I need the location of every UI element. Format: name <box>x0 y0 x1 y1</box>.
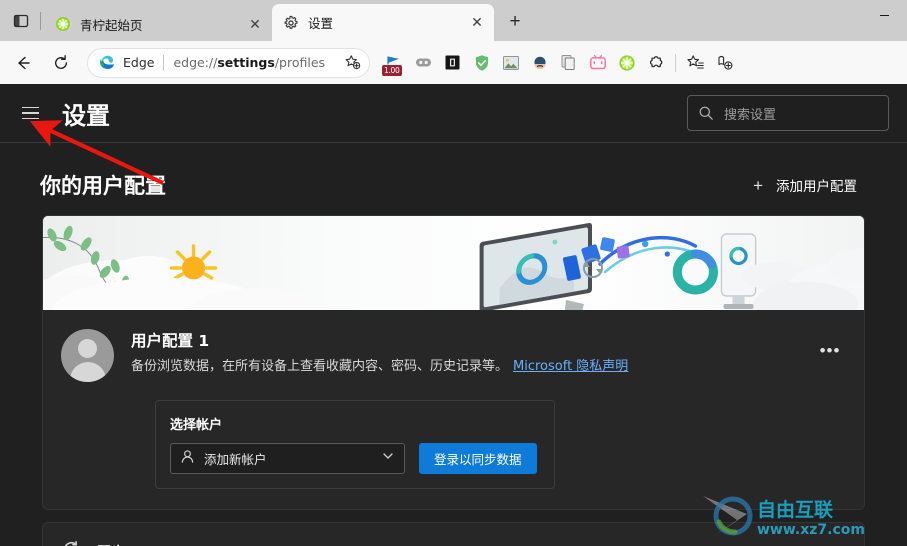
extension-proxy-agent[interactable] <box>525 48 554 77</box>
gear-icon <box>282 14 299 31</box>
add-profile-label: 添加用户配置 <box>776 179 857 195</box>
account-select[interactable]: 添加新帐户 <box>170 443 405 474</box>
extension-split-screen[interactable] <box>409 48 438 77</box>
page-title: 设置 <box>62 101 110 130</box>
avatar-body <box>69 362 106 382</box>
browser-toolbar: Edge edge://settings/profiles 1.00 <box>0 41 907 84</box>
settings-header: 设置 搜索设置 <box>0 84 907 143</box>
sync-card-title: 同步 <box>97 542 125 546</box>
browser-essentials-icon <box>717 55 732 70</box>
split-screen-icon <box>416 58 431 67</box>
download-badge: 1.00 <box>382 65 402 76</box>
refresh-button[interactable] <box>45 47 77 79</box>
proxy-agent-icon <box>533 56 546 70</box>
extension-copy-pages[interactable] <box>554 48 583 77</box>
extension-puzzle[interactable] <box>641 48 670 77</box>
minimize-icon <box>880 14 889 16</box>
url-prefix: edge:// <box>173 55 218 70</box>
extensions-area: 1.00 <box>380 48 739 77</box>
account-selection-box: 选择帐户 添加新帐户 登录以同步数据 <box>155 400 555 489</box>
new-tab-button[interactable]: + <box>500 7 530 37</box>
extension-download-manager[interactable]: 1.00 <box>380 48 409 77</box>
profile-more-button[interactable]: ••• <box>814 335 846 367</box>
hamburger-bar-3 <box>21 117 39 120</box>
lastpass-icon <box>445 55 460 70</box>
add-profile-button[interactable]: + 添加用户配置 <box>745 169 865 201</box>
account-select-value: 添加新帐户 <box>204 452 267 467</box>
avatar-head <box>78 339 97 358</box>
extension-adguard[interactable] <box>467 48 496 77</box>
add-favorite-icon <box>345 55 360 70</box>
settings-content: 你的用户配置 + 添加用户配置 用户配置 1 备份浏览数据，在所有设备上查看收藏… <box>0 143 907 546</box>
bilibili-icon <box>589 54 606 70</box>
signin-sync-button[interactable]: 登录以同步数据 <box>419 443 537 474</box>
tab-actions-icon <box>13 14 29 28</box>
profile-text: 用户配置 1 备份浏览数据，在所有设备上查看收藏内容、密码、历史记录等。 Micr… <box>131 327 814 377</box>
person-icon <box>180 449 195 469</box>
tab-close-button-0[interactable]: ✕ <box>244 13 266 35</box>
window-controls <box>862 0 907 41</box>
browser-tab-1[interactable]: 设置 ✕ <box>272 4 494 41</box>
banner-artwork <box>43 216 864 310</box>
tab-title-0: 青柠起始页 <box>80 17 143 33</box>
search-icon <box>699 106 713 120</box>
extension-image-tool[interactable] <box>496 48 525 77</box>
chevron-down-icon <box>381 449 395 468</box>
collections-button[interactable] <box>681 48 710 77</box>
profile-card: 用户配置 1 备份浏览数据，在所有设备上查看收藏内容、密码、历史记录等。 Micr… <box>42 215 865 510</box>
account-controls: 添加新帐户 登录以同步数据 <box>170 443 540 474</box>
section-heading: 你的用户配置 <box>40 174 166 198</box>
privacy-statement-link[interactable]: Microsoft 隐私声明 <box>513 359 628 374</box>
profile-name: 用户配置 1 <box>131 332 210 350</box>
search-placeholder: 搜索设置 <box>724 107 777 123</box>
hamburger-menu-icon[interactable] <box>10 93 50 133</box>
omnibox-divider <box>163 54 165 71</box>
sync-icon <box>61 539 83 546</box>
default-avatar-icon <box>61 329 114 382</box>
profile-row: 用户配置 1 备份浏览数据，在所有设备上查看收藏内容、密码、历史记录等。 Micr… <box>43 310 864 388</box>
adguard-shield-icon <box>475 54 488 71</box>
tab-actions-button[interactable] <box>4 4 38 38</box>
tab-title-1: 设置 <box>308 16 334 31</box>
extension-lastpass[interactable] <box>438 48 467 77</box>
hamburger-bar-1 <box>21 106 39 109</box>
profile-description-text: 备份浏览数据，在所有设备上查看收藏内容、密码、历史记录等。 <box>131 359 509 374</box>
plus-icon: + <box>753 175 763 195</box>
refresh-icon <box>55 54 67 69</box>
edge-logo-icon <box>99 54 116 71</box>
lime-startpage-icon <box>618 54 635 71</box>
browser-tab-0[interactable]: 青柠起始页 ✕ <box>44 7 272 41</box>
sync-card[interactable]: 同步 <box>42 522 865 546</box>
hamburger-bar-2 <box>21 112 39 114</box>
image-tool-icon <box>502 55 519 70</box>
tab-strip: 青柠起始页 ✕ 设置 ✕ + <box>0 0 862 41</box>
extensions-puzzle-icon <box>649 55 662 67</box>
extension-lime-startpage[interactable] <box>612 48 641 77</box>
copy-pages-icon <box>561 55 575 70</box>
back-arrow-icon <box>18 56 30 69</box>
lime-icon <box>54 16 71 33</box>
collections-icon <box>686 54 704 69</box>
settings-page: 设置 搜索设置 你的用户配置 + 添加用户配置 用户配置 1 备份浏览数据，在所… <box>0 84 907 546</box>
add-favorite-button[interactable] <box>341 52 363 74</box>
toolbar-divider <box>675 53 676 72</box>
profiles-section-header: 你的用户配置 + 添加用户配置 <box>22 143 885 215</box>
search-input[interactable]: 搜索设置 <box>687 95 889 131</box>
url-bold: settings <box>217 55 275 70</box>
extension-bilibili[interactable] <box>583 48 612 77</box>
url-suffix: /profiles <box>274 55 326 70</box>
sync-illustration-banner <box>43 216 864 310</box>
tab-close-button-1[interactable]: ✕ <box>466 12 488 34</box>
omnibox-brand: Edge <box>123 55 155 70</box>
profile-description: 备份浏览数据，在所有设备上查看收藏内容、密码、历史记录等。 Microsoft 隐… <box>131 358 814 377</box>
account-label: 选择帐户 <box>170 418 223 433</box>
address-bar[interactable]: Edge edge://settings/profiles <box>87 47 370 78</box>
omnibox-url: edge://settings/profiles <box>173 55 341 70</box>
minimize-button[interactable] <box>862 0 907 30</box>
browser-essentials-button[interactable] <box>710 48 739 77</box>
title-bar: 青柠起始页 ✕ 设置 ✕ + <box>0 0 907 41</box>
tab-strip-divider <box>40 12 41 30</box>
back-button[interactable] <box>7 47 39 79</box>
